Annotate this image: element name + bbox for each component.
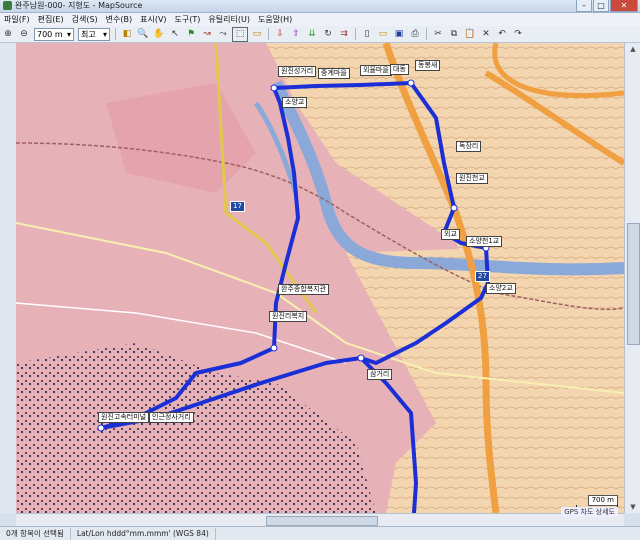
toolbar-divider <box>115 28 116 40</box>
track-tool-icon[interactable]: ⤳ <box>216 28 230 41</box>
toolbar: ⊕ ⊖ 700 m ▾ 최고 ▾ ◧ 🔍 ✋ ↖ ⚑ ↝ ⤳ ⬚ ▭ ⇩ ⇧ ⇊ ↻… <box>0 26 640 43</box>
route-point[interactable] <box>450 204 458 212</box>
close-button[interactable]: ✕ <box>610 0 638 12</box>
zoom-value: 700 m <box>37 29 63 39</box>
open-file-icon[interactable]: ▭ <box>376 28 390 41</box>
toolbar-divider <box>355 28 356 40</box>
route-point[interactable] <box>270 84 278 92</box>
menu-tools[interactable]: 도구(T) <box>171 13 205 26</box>
map-tool-icon[interactable]: ◧ <box>120 28 134 41</box>
menu-utilities[interactable]: 유틸리티(U) <box>204 13 254 26</box>
zoom-tool-icon[interactable]: 🔍 <box>136 28 150 41</box>
coordinate-format: Lat/Lon hddd°mm.mmm' (WGS 84) <box>71 527 216 540</box>
waypoint-label[interactable]: 원진성거리 <box>278 66 317 77</box>
cursor-tool-icon[interactable]: ⬚ <box>232 26 248 42</box>
waypoint-label[interactable]: 소양교 <box>282 97 308 108</box>
waypoint-label[interactable]: 동봉새 <box>415 60 441 71</box>
vertical-scrollbar[interactable]: ▲ ▼ <box>624 43 640 513</box>
toolbar-divider <box>426 28 427 40</box>
route-badge: 27 <box>475 271 490 282</box>
app-icon <box>3 1 12 10</box>
chevron-down-icon: ▾ <box>66 29 71 39</box>
waypoint-label[interactable]: 외율마을 <box>360 65 392 76</box>
menu-help[interactable]: 도움말(H) <box>254 13 296 26</box>
delete-icon[interactable]: ✕ <box>479 28 493 41</box>
waypoint-label[interactable]: 소양천1교 <box>466 236 503 247</box>
route-point[interactable] <box>97 424 105 432</box>
scroll-up-icon[interactable]: ▲ <box>625 43 640 55</box>
waypoint-label[interactable]: 완주종합복지관 <box>278 284 330 295</box>
status-bar: 0개 항목이 선택됨 Lat/Lon hddd°mm.mmm' (WGS 84) <box>0 526 640 540</box>
waypoint-label[interactable]: 대동 <box>390 64 409 75</box>
detail-select[interactable]: 최고 ▾ <box>78 27 110 41</box>
waypoint-label[interactable]: 인근정사거리 <box>149 412 194 423</box>
map-view[interactable]: 원진성거리 중계마을 외율마을 대동 동봉새 소양교 독장리 원진천교 외교 소… <box>16 43 624 513</box>
detail-value: 최고 <box>81 29 96 39</box>
app-window: 완주남원-000- 지형도 - MapSource – □ ✕ 파일(F) 편집… <box>0 0 640 540</box>
hand-tool-icon[interactable]: ✋ <box>152 28 166 41</box>
toolbar-divider <box>268 28 269 40</box>
menu-edit[interactable]: 편집(E) <box>34 13 68 26</box>
map-canvas <box>16 43 624 513</box>
send-device-icon[interactable]: ⇧ <box>289 28 303 41</box>
copy-icon[interactable]: ⧉ <box>447 28 461 41</box>
waypoint-label[interactable]: 독장리 <box>456 141 482 152</box>
horizontal-scroll-thumb[interactable] <box>266 516 378 526</box>
route-point[interactable] <box>357 354 365 362</box>
cut-icon[interactable]: ✂ <box>431 28 445 41</box>
route-badge: 17 <box>230 201 245 212</box>
selection-tool-icon[interactable]: ↖ <box>168 28 182 41</box>
save-icon[interactable]: ▣ <box>392 28 406 41</box>
waypoint-label[interactable]: 중계마을 <box>318 68 350 79</box>
route-tool-icon[interactable]: ↝ <box>200 28 214 41</box>
waypoint-label[interactable]: 삼거리 <box>367 369 393 380</box>
redo-icon[interactable]: ↷ <box>511 28 525 41</box>
new-file-icon[interactable]: ▯ <box>360 28 374 41</box>
menu-view[interactable]: 표시(V) <box>136 13 170 26</box>
maximize-button[interactable]: □ <box>593 0 609 12</box>
window-title: 완주남원-000- 지형도 - MapSource <box>15 1 143 10</box>
waypoint-label[interactable]: 외교 <box>441 229 460 240</box>
waypoint-label[interactable]: 소양2교 <box>486 283 516 294</box>
menu-file[interactable]: 파일(F) <box>0 13 34 26</box>
left-gutter <box>0 43 16 513</box>
zoom-out-icon[interactable]: ⊖ <box>17 28 31 41</box>
horizontal-scrollbar[interactable] <box>16 513 624 526</box>
waypoint-label[interactable]: 원진고속터미널 <box>98 412 150 423</box>
receive-tracks-icon[interactable]: ⇉ <box>337 28 351 41</box>
receive-waypoints-icon[interactable]: ⇊ <box>305 28 319 41</box>
print-icon[interactable]: ⎙ <box>408 28 422 41</box>
menu-find[interactable]: 검색(S) <box>68 13 102 26</box>
chevron-down-icon: ▾ <box>102 29 107 39</box>
waypoint-label[interactable]: 원진천교 <box>456 173 488 184</box>
zoom-select[interactable]: 700 m ▾ <box>34 27 74 41</box>
title-bar: 완주남원-000- 지형도 - MapSource – □ ✕ <box>0 0 640 13</box>
undo-icon[interactable]: ↶ <box>495 28 509 41</box>
paste-icon[interactable]: 📋 <box>463 28 477 41</box>
route-point[interactable] <box>407 79 415 87</box>
route-point[interactable] <box>270 344 278 352</box>
device-map-badge: GPS 차도 상세도 <box>561 507 618 517</box>
vertical-scroll-thumb[interactable] <box>627 223 640 345</box>
waypoint-tool-icon[interactable]: ⚑ <box>184 28 198 41</box>
menu-transfer[interactable]: 변수(B) <box>102 13 136 26</box>
scroll-down-icon[interactable]: ▼ <box>625 501 640 513</box>
zoom-in-icon[interactable]: ⊕ <box>1 28 15 41</box>
receive-device-icon[interactable]: ⇩ <box>273 28 287 41</box>
measure-tool-icon[interactable]: ▭ <box>250 28 264 41</box>
menu-bar: 파일(F) 편집(E) 검색(S) 변수(B) 표시(V) 도구(T) 유틸리티… <box>0 13 640 26</box>
receive-routes-icon[interactable]: ↻ <box>321 28 335 41</box>
waypoint-label[interactable]: 원진리복지 <box>269 311 308 322</box>
selection-status: 0개 항목이 선택됨 <box>0 527 71 540</box>
minimize-button[interactable]: – <box>576 0 592 12</box>
